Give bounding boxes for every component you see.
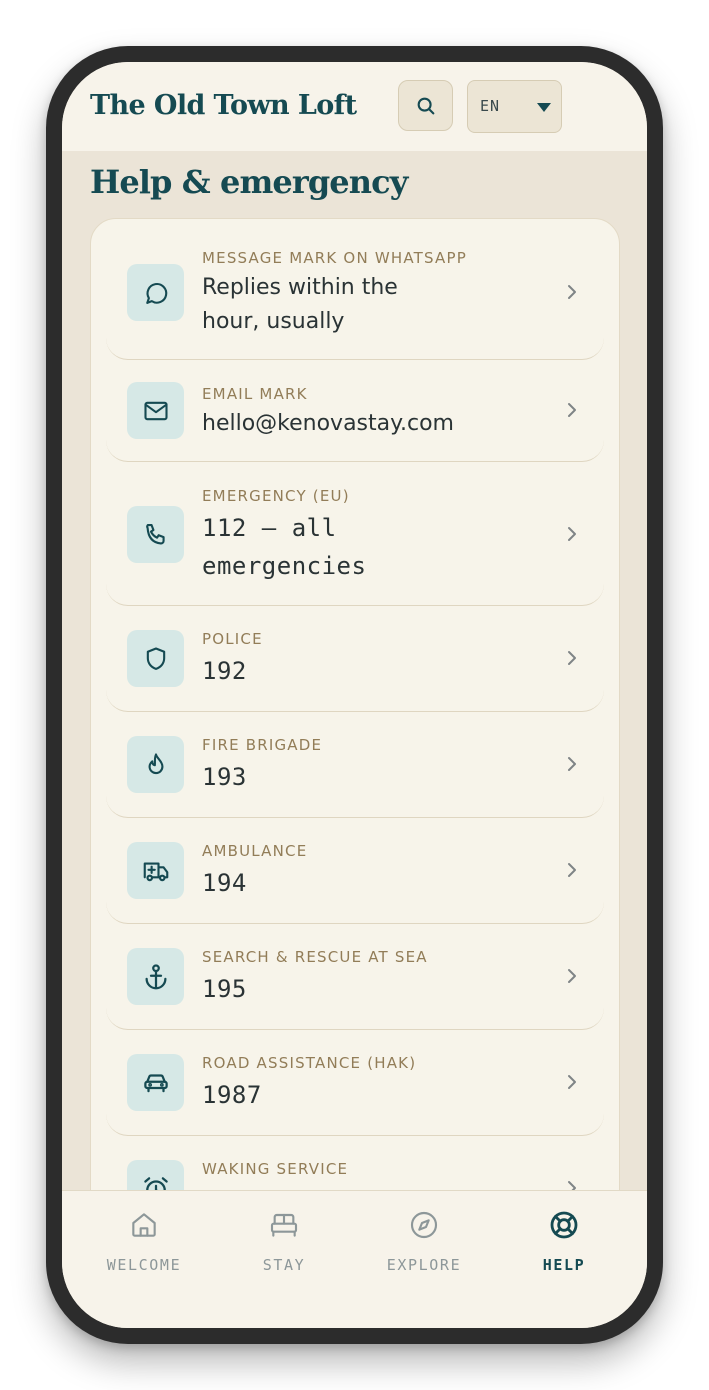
contact-row-whatsapp[interactable]: MESSAGE MARK ON WHATSAPP Replies within … <box>106 219 604 360</box>
contact-value-line: 193 <box>202 763 247 791</box>
phone-icon <box>145 523 165 544</box>
tab-bar: WELCOME STAY EXPLORE HELP <box>62 1190 647 1328</box>
icon-tile <box>127 842 184 899</box>
search-button[interactable] <box>398 80 453 131</box>
contact-value-line: 194 <box>202 869 247 897</box>
app-header: The Old Town Loft EN <box>62 62 647 151</box>
tab-label: WELCOME <box>106 1256 182 1274</box>
page-title: Help & emergency <box>90 163 408 201</box>
contact-label: AMBULANCE <box>202 842 308 860</box>
app-title: The Old Town Loft <box>90 90 357 121</box>
contact-value-line: 195 <box>202 975 247 1003</box>
language-select[interactable]: EN <box>467 80 562 133</box>
contact-value-line: hour, usually <box>202 309 345 334</box>
tab-stay[interactable]: STAY <box>214 1209 354 1279</box>
contact-value: Replies within the hour, usually <box>202 271 398 339</box>
contact-label: FIRE BRIGADE <box>202 736 323 754</box>
bed-icon <box>270 1213 298 1237</box>
flame-icon <box>148 752 163 774</box>
search-icon <box>417 97 434 114</box>
phone-frame: The Old Town Loft EN Help & emergency ME… <box>46 46 663 1344</box>
icon-tile <box>127 382 184 439</box>
contact-label: POLICE <box>202 630 263 648</box>
contact-row-fire-brigade[interactable]: FIRE BRIGADE 193 <box>106 712 604 818</box>
contact-value-line: Replies within the <box>202 275 398 300</box>
contact-value: 1987 <box>202 1076 262 1114</box>
chevron-right-icon <box>568 969 576 983</box>
chevron-right-icon <box>568 863 576 877</box>
shield-icon <box>146 646 165 670</box>
chevron-right-icon <box>568 1075 576 1089</box>
contact-value: 193 <box>202 758 247 796</box>
contact-label: SEARCH & RESCUE AT SEA <box>202 948 428 966</box>
tab-explore[interactable]: EXPLORE <box>354 1209 494 1279</box>
contact-label: WAKING SERVICE <box>202 1160 349 1178</box>
tab-label: STAY <box>262 1256 306 1274</box>
message-circle-icon <box>145 282 167 304</box>
contacts-card: MESSAGE MARK ON WHATSAPP Replies within … <box>90 218 620 1318</box>
tab-help[interactable]: HELP <box>494 1209 634 1279</box>
icon-tile <box>127 506 184 563</box>
car-icon <box>143 1073 168 1092</box>
contact-label: ROAD ASSISTANCE (HAK) <box>202 1054 417 1072</box>
contact-value-line: 1987 <box>202 1081 262 1109</box>
chevron-right-icon <box>568 403 576 417</box>
icon-tile <box>127 630 184 687</box>
anchor-icon <box>145 963 166 989</box>
contact-row-police[interactable]: POLICE 192 <box>106 606 604 712</box>
contact-value: 194 <box>202 864 247 902</box>
contact-row-road-assistance[interactable]: ROAD ASSISTANCE (HAK) 1987 <box>106 1030 604 1136</box>
contact-label: EMERGENCY (EU) <box>202 487 350 505</box>
contact-value-line: 112 — all <box>202 514 337 542</box>
icon-tile <box>127 948 184 1005</box>
contact-value: hello@kenovastay.com <box>202 407 454 441</box>
contact-value-line: emergencies <box>202 552 367 580</box>
mail-icon <box>143 401 168 420</box>
tab-welcome[interactable]: WELCOME <box>74 1209 214 1279</box>
icon-tile <box>127 264 184 321</box>
chevron-down-icon <box>537 103 551 112</box>
lifebuoy-icon <box>550 1211 578 1239</box>
icon-tile <box>127 1054 184 1111</box>
contact-value: 192 <box>202 652 247 690</box>
chevron-right-icon <box>568 285 576 299</box>
chevron-right-icon <box>568 757 576 771</box>
contact-row-emergency[interactable]: EMERGENCY (EU) 112 — all emergencies <box>106 462 604 606</box>
contact-value-line: 192 <box>202 657 247 685</box>
contact-row-ambulance[interactable]: AMBULANCE 194 <box>106 818 604 924</box>
ambulance-icon <box>143 861 168 881</box>
tab-label: HELP <box>542 1256 586 1274</box>
contact-value: 112 — all emergencies <box>202 509 366 585</box>
contact-value-line: hello@kenovastay.com <box>202 411 454 436</box>
home-icon <box>132 1213 156 1237</box>
contact-row-sea-rescue[interactable]: SEARCH & RESCUE AT SEA 195 <box>106 924 604 1030</box>
contact-row-email[interactable]: EMAIL MARK hello@kenovastay.com <box>106 360 604 462</box>
chevron-right-icon <box>568 527 576 541</box>
compass-icon <box>410 1211 438 1239</box>
language-code: EN <box>480 97 501 115</box>
contact-value: 195 <box>202 970 247 1008</box>
icon-tile <box>127 736 184 793</box>
app-screen: The Old Town Loft EN Help & emergency ME… <box>62 62 647 1328</box>
chevron-right-icon <box>568 651 576 665</box>
contact-label: EMAIL MARK <box>202 385 308 403</box>
tab-label: EXPLORE <box>386 1256 462 1274</box>
contact-label: MESSAGE MARK ON WHATSAPP <box>202 249 467 267</box>
